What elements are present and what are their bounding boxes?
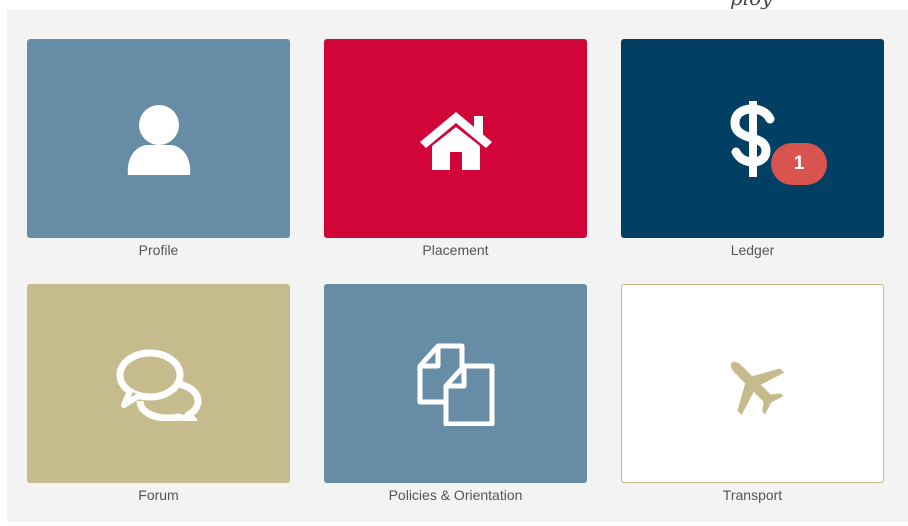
chat-bubbles-icon <box>116 349 201 421</box>
home-icon <box>419 111 492 170</box>
notification-badge: 1 <box>771 143 827 185</box>
tile-label-policies-orientation: Policies & Orientation <box>388 487 523 503</box>
tile-label-placement: Placement <box>422 242 489 258</box>
tile-transport[interactable]: Transport <box>621 284 884 503</box>
airplane-icon <box>730 361 784 415</box>
tile-label-transport: Transport <box>722 487 783 503</box>
dollar-icon <box>729 100 774 177</box>
tile-placement[interactable]: Placement <box>324 39 587 258</box>
ledger-button[interactable]: 1 <box>621 39 884 238</box>
placement-button[interactable] <box>324 39 587 238</box>
tile-profile[interactable]: Profile <box>27 39 290 258</box>
tile-label-profile: Profile <box>138 242 179 258</box>
transport-button[interactable] <box>621 284 884 483</box>
cropped-top-text: ploy <box>0 0 908 10</box>
tile-label-ledger: Ledger <box>730 242 775 258</box>
dashboard-panel: Profile Placement 1 Ledger Forum Policie… <box>7 10 908 522</box>
tile-ledger[interactable]: 1 Ledger <box>621 39 884 258</box>
documents-icon <box>417 343 494 426</box>
profile-button[interactable] <box>27 39 290 238</box>
tile-forum[interactable]: Forum <box>27 284 290 503</box>
forum-button[interactable] <box>27 284 290 483</box>
tile-policies-orientation[interactable]: Policies & Orientation <box>324 284 587 503</box>
policies-orientation-button[interactable] <box>324 284 587 483</box>
user-icon <box>127 104 190 175</box>
tile-label-forum: Forum <box>138 487 179 503</box>
